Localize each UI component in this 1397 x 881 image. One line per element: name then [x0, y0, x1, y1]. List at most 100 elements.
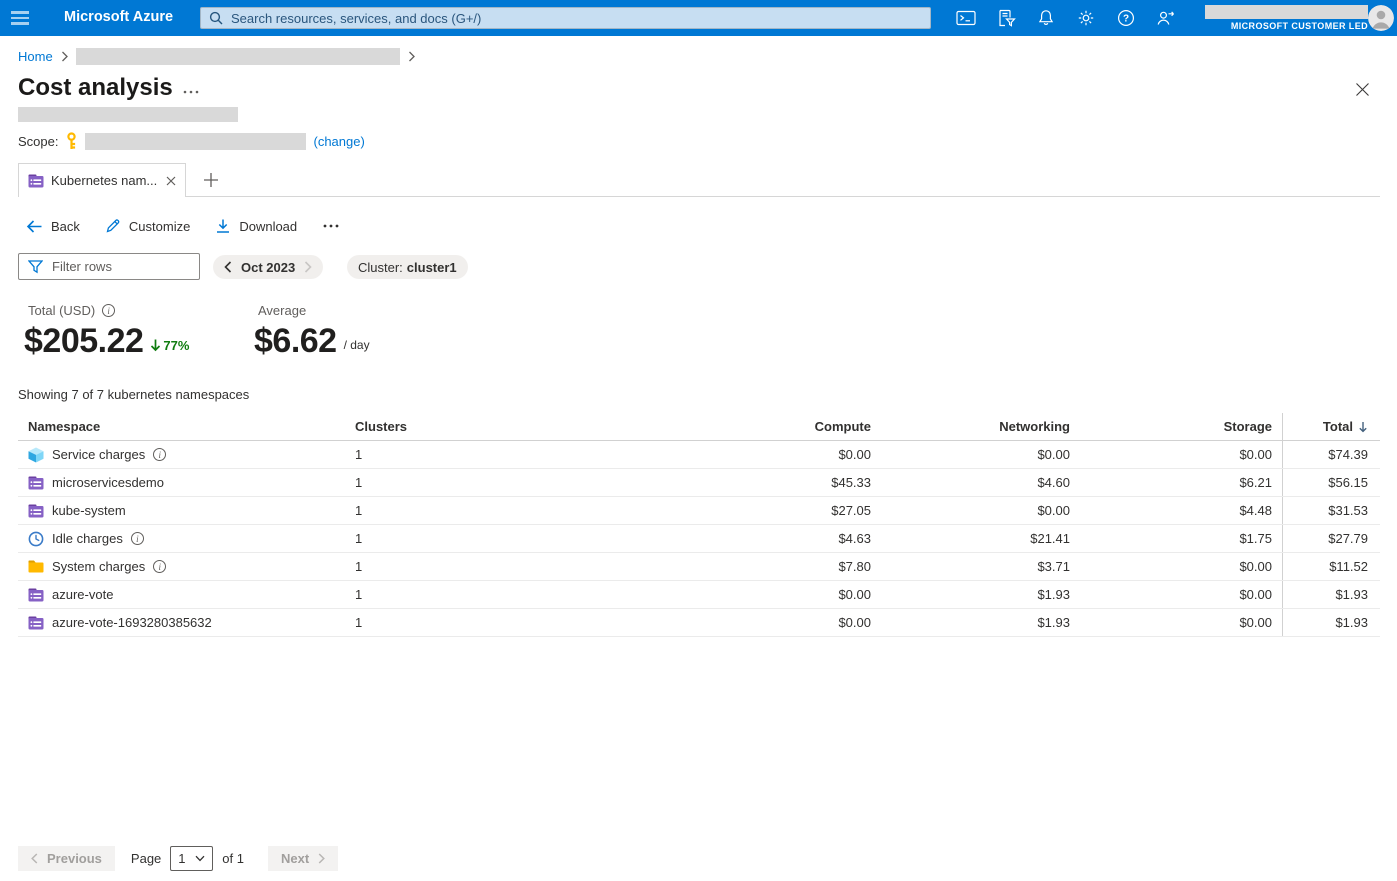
close-icon[interactable] [1355, 82, 1371, 98]
info-icon[interactable] [130, 532, 144, 545]
kpi-total-label: Total (USD) [28, 303, 96, 318]
key-icon [67, 132, 77, 149]
filter-rows-input[interactable] [52, 259, 190, 274]
page-title: Cost analysis [18, 74, 173, 101]
table-row[interactable]: System charges 1 $7.80 $3.71 $0.00 $11.5… [18, 553, 1380, 581]
cell-clusters: 1 [355, 475, 363, 490]
hamburger-icon[interactable] [11, 8, 33, 28]
cell-clusters: 1 [355, 447, 363, 462]
next-label: Next [280, 851, 310, 866]
cell-total: $1.93 [1282, 609, 1380, 636]
result-count-summary: Showing 7 of 7 kubernetes namespaces [18, 387, 250, 402]
next-page-button[interactable]: Next [267, 846, 339, 871]
more-commands-icon[interactable] [322, 223, 340, 229]
cell-namespace: Service charges [18, 441, 355, 468]
customize-button[interactable]: Customize [105, 218, 190, 234]
notifications-bell-icon[interactable] [1026, 0, 1066, 36]
cell-storage: $1.75 [1239, 531, 1272, 546]
filter-rows-box[interactable] [18, 253, 200, 280]
download-button[interactable]: Download [215, 218, 297, 234]
namespace-label: System charges [52, 559, 146, 574]
cell-clusters: 1 [355, 503, 363, 518]
column-header-storage[interactable]: Storage [1070, 413, 1282, 440]
cell-namespace: System charges [18, 553, 355, 580]
cell-clusters: 1 [355, 531, 363, 546]
settings-gear-icon[interactable] [1066, 0, 1106, 36]
chevron-down-icon [195, 855, 205, 862]
previous-label: Previous [47, 851, 102, 866]
info-icon[interactable] [153, 448, 167, 461]
info-icon[interactable] [102, 304, 116, 317]
info-icon[interactable] [153, 560, 167, 573]
customize-label: Customize [128, 218, 191, 234]
scope-label: Scope: [18, 133, 59, 149]
namespace-label: Service charges [52, 447, 146, 462]
cell-clusters: 1 [355, 615, 363, 630]
cell-networking: $4.60 [1037, 475, 1070, 490]
breadcrumb-home-link[interactable]: Home [18, 49, 53, 64]
cell-namespace: azure-vote-1693280385632 [18, 609, 355, 636]
kpi-total: Total (USD) $205.22 77% [24, 303, 189, 359]
help-icon[interactable]: ? [1106, 0, 1146, 36]
page-label: Page [130, 851, 162, 866]
cell-networking: $1.93 [1037, 615, 1070, 630]
namespace-icon [28, 174, 44, 187]
namespace-label: kube-system [52, 503, 126, 518]
cell-storage: $0.00 [1239, 587, 1272, 602]
add-tab-button[interactable] [199, 168, 223, 192]
feedback-icon[interactable] [1146, 0, 1186, 36]
column-header-networking[interactable]: Networking [871, 413, 1070, 440]
previous-month-icon[interactable] [224, 261, 232, 273]
tab-close-icon[interactable] [166, 176, 176, 186]
cell-total: $11.52 [1282, 553, 1380, 580]
page-number-select[interactable]: 1 [170, 846, 214, 871]
page-value: 1 [178, 851, 186, 866]
cluster-label: Cluster: [358, 259, 403, 275]
cell-total: $27.79 [1282, 525, 1380, 552]
back-label: Back [51, 218, 80, 234]
global-search[interactable] [200, 7, 931, 29]
cell-total: $74.39 [1282, 441, 1380, 468]
azure-cost-analysis-page: Microsoft Azure Search resources, servic… [0, 0, 1397, 881]
pagination: Previous Page 1 of 1 Next [18, 846, 339, 871]
cell-total: $1.93 [1282, 581, 1380, 608]
page-of-label: of 1 [222, 851, 244, 866]
namespace-icon [28, 588, 44, 601]
subtitle-redacted [18, 107, 238, 122]
svg-text:?: ? [1123, 14, 1129, 25]
kpi-total-value: $205.22 [24, 322, 144, 360]
cluster-filter-pill[interactable]: Cluster: cluster1 [347, 255, 468, 279]
namespace-icon [28, 616, 44, 629]
directory-filter-icon[interactable] [986, 0, 1026, 36]
column-header-compute[interactable]: Compute [515, 413, 871, 440]
cell-storage: $0.00 [1239, 615, 1272, 630]
cell-compute: $0.00 [838, 447, 871, 462]
search-input[interactable] [231, 10, 922, 26]
table-row[interactable]: Service charges 1 $0.00 $0.00 $0.00 $74.… [18, 441, 1380, 469]
tab-kubernetes-namespaces[interactable]: Kubernetes nam... [18, 163, 186, 197]
scope-change-link[interactable]: (change) [313, 134, 364, 149]
previous-page-button[interactable]: Previous [18, 846, 115, 871]
title-more-icon[interactable] [182, 84, 204, 100]
next-month-icon[interactable] [304, 261, 312, 273]
cloud-shell-icon[interactable] [946, 0, 986, 36]
breadcrumb-redacted-item[interactable] [75, 48, 400, 65]
back-button[interactable]: Back [26, 219, 80, 234]
kpi-average-unit: / day [343, 338, 370, 352]
column-header-clusters[interactable]: Clusters [355, 413, 515, 440]
table-row[interactable]: azure-vote-1693280385632 1 $0.00 $1.93 $… [18, 609, 1380, 637]
table-row[interactable]: azure-vote 1 $0.00 $1.93 $0.00 $1.93 [18, 581, 1380, 609]
namespace-icon [28, 476, 44, 489]
table-row[interactable]: microservicesdemo 1 $45.33 $4.60 $6.21 $… [18, 469, 1380, 497]
column-header-namespace[interactable]: Namespace [18, 413, 355, 440]
cell-namespace: kube-system [18, 497, 355, 524]
cell-total: $56.15 [1282, 469, 1380, 496]
table-row[interactable]: Idle charges 1 $4.63 $21.41 $1.75 $27.79 [18, 525, 1380, 553]
brand-title: Microsoft Azure [64, 9, 174, 25]
avatar[interactable] [1368, 5, 1394, 31]
topbar-icon-group: ? [946, 0, 1186, 36]
namespace-label: microservicesdemo [52, 475, 164, 490]
search-icon [209, 11, 223, 25]
column-header-total[interactable]: Total [1282, 413, 1380, 440]
table-row[interactable]: kube-system 1 $27.05 $0.00 $4.48 $31.53 [18, 497, 1380, 525]
